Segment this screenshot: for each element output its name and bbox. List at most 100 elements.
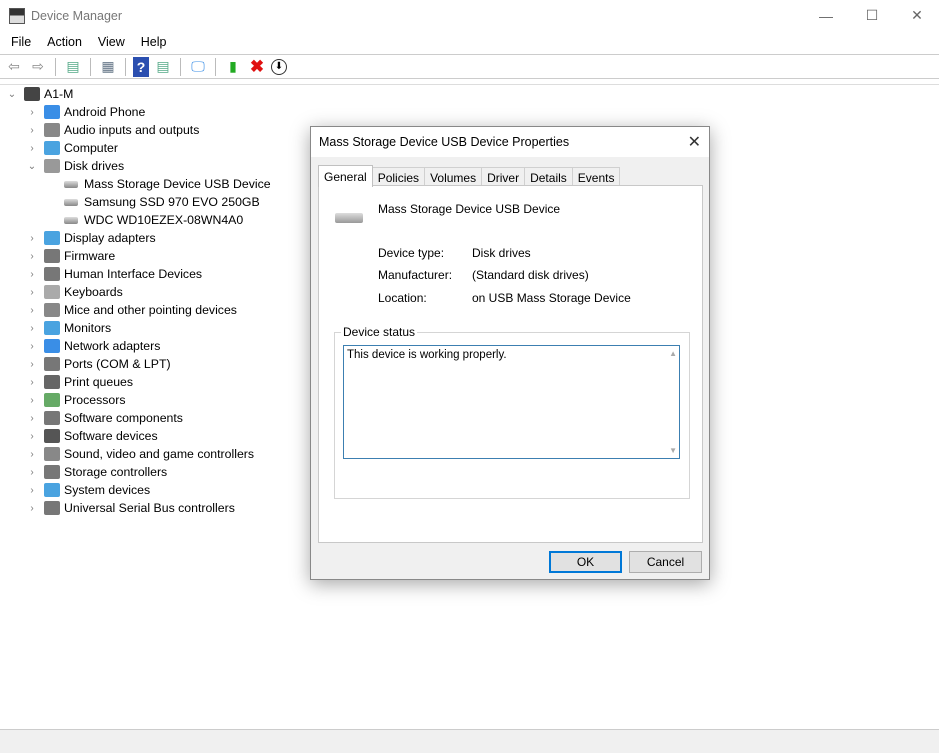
chevron-right-icon[interactable]: › xyxy=(26,413,38,424)
menu-file[interactable]: File xyxy=(3,35,39,49)
category-icon xyxy=(44,105,60,119)
tree-category[interactable]: › Print queues xyxy=(26,373,133,391)
tree-category[interactable]: › Firmware xyxy=(26,247,115,265)
category-icon xyxy=(44,339,60,353)
menu-view[interactable]: View xyxy=(90,35,133,49)
chevron-right-icon[interactable]: › xyxy=(26,269,38,280)
chevron-right-icon[interactable]: › xyxy=(26,395,38,406)
tab-driver[interactable]: Driver xyxy=(481,167,526,187)
device-status-title: Device status xyxy=(341,325,418,339)
menu-action[interactable]: Action xyxy=(39,35,90,49)
tree-category[interactable]: › Processors xyxy=(26,391,126,409)
chevron-down-icon[interactable]: ⌄ xyxy=(26,161,38,172)
tree-category-label: Storage controllers xyxy=(64,465,168,479)
category-icon xyxy=(44,483,60,497)
chevron-right-icon[interactable]: › xyxy=(26,125,38,136)
category-icon xyxy=(44,375,60,389)
tree-category[interactable]: › Mice and other pointing devices xyxy=(26,301,237,319)
tree-device[interactable]: Mass Storage Device USB Device xyxy=(64,175,271,193)
category-icon xyxy=(44,231,60,245)
tree-device-label: WDC WD10EZEX-08WN4A0 xyxy=(84,213,244,227)
device-name: Mass Storage Device USB Device xyxy=(378,202,561,216)
tab-general[interactable]: General xyxy=(318,165,373,187)
back-icon[interactable]: ⇦ xyxy=(4,57,24,77)
chevron-right-icon[interactable]: › xyxy=(26,143,38,154)
uninstall-icon[interactable]: ✖ xyxy=(247,57,267,77)
tree-category[interactable]: › Display adapters xyxy=(26,229,156,247)
menu-help[interactable]: Help xyxy=(133,35,175,49)
chevron-right-icon[interactable]: › xyxy=(26,323,38,334)
help-icon[interactable]: ? xyxy=(133,56,149,77)
show-hide-console-tree-icon[interactable]: ▤ xyxy=(63,57,83,77)
chevron-right-icon[interactable]: › xyxy=(26,107,38,118)
chevron-right-icon[interactable]: › xyxy=(26,467,38,478)
device-manager-icon xyxy=(9,7,25,24)
category-icon xyxy=(44,123,60,137)
forward-icon[interactable]: ⇨ xyxy=(28,57,48,77)
tree-device[interactable]: Samsung SSD 970 EVO 250GB xyxy=(64,193,260,211)
category-icon xyxy=(44,303,60,317)
chevron-right-icon[interactable]: › xyxy=(26,449,38,460)
separator xyxy=(125,57,126,76)
device-status-group: Device status This device is working pro… xyxy=(334,325,690,499)
chevron-right-icon[interactable]: › xyxy=(26,485,38,496)
dialog-close-button[interactable]: ✕ xyxy=(688,132,701,152)
tree-root[interactable]: ⌄ A1-M xyxy=(6,85,73,103)
tree-category-label: Disk drives xyxy=(64,159,125,173)
tree-category[interactable]: › Software devices xyxy=(26,427,158,445)
chevron-right-icon[interactable]: › xyxy=(26,287,38,298)
properties-icon[interactable]: ▦ xyxy=(98,57,118,77)
tree-category[interactable]: › Storage controllers xyxy=(26,463,167,481)
chevron-right-icon[interactable]: › xyxy=(26,233,38,244)
action-pane-icon[interactable]: ▤ xyxy=(153,57,173,77)
tab-volumes[interactable]: Volumes xyxy=(424,167,483,187)
status-bar xyxy=(0,729,939,753)
disk-drive-icon xyxy=(64,216,78,224)
device-type-value: Disk drives xyxy=(472,246,531,260)
tree-device[interactable]: WDC WD10EZEX-08WN4A0 xyxy=(64,211,243,229)
tree-category[interactable]: › Keyboards xyxy=(26,283,123,301)
chevron-down-icon[interactable]: ⌄ xyxy=(6,89,18,100)
ok-button[interactable]: OK xyxy=(549,551,622,573)
tab-details[interactable]: Details xyxy=(524,167,573,187)
chevron-right-icon[interactable]: › xyxy=(26,377,38,388)
tree-category[interactable]: › Human Interface Devices xyxy=(26,265,202,283)
tree-category[interactable]: ⌄ Disk drives xyxy=(26,157,124,175)
tab-policies[interactable]: Policies xyxy=(371,167,426,187)
tree-category[interactable]: › Sound, video and game controllers xyxy=(26,445,254,463)
chevron-right-icon[interactable]: › xyxy=(26,341,38,352)
tree-category[interactable]: › System devices xyxy=(26,481,150,499)
tree-category[interactable]: › Android Phone xyxy=(26,103,145,121)
tab-events[interactable]: Events xyxy=(571,167,621,187)
tree-category[interactable]: › Audio inputs and outputs xyxy=(26,121,199,139)
chevron-right-icon[interactable]: › xyxy=(26,251,38,262)
separator xyxy=(90,57,91,76)
close-button[interactable]: ✕ xyxy=(894,0,939,31)
cancel-button[interactable]: Cancel xyxy=(629,551,702,573)
tree-category-label: Display adapters xyxy=(64,231,156,245)
chevron-right-icon[interactable]: › xyxy=(26,431,38,442)
maximize-button[interactable]: ☐ xyxy=(849,0,895,31)
dialog-title: Mass Storage Device USB Device Propertie… xyxy=(311,127,709,157)
location-value: on USB Mass Storage Device xyxy=(472,291,631,305)
tree-category[interactable]: › Network adapters xyxy=(26,337,160,355)
disable-icon[interactable]: ⬇ xyxy=(271,58,287,75)
minimize-button[interactable]: — xyxy=(803,0,849,31)
update-driver-icon[interactable]: ▮ xyxy=(223,57,243,77)
disk-drive-icon xyxy=(335,213,363,223)
separator xyxy=(215,57,216,76)
device-type-label: Device type: xyxy=(378,246,445,260)
tree-category[interactable]: › Computer xyxy=(26,139,118,157)
chevron-right-icon[interactable]: › xyxy=(26,503,38,514)
scroll-up-icon[interactable]: ▲ xyxy=(669,349,677,358)
tree-category-label: Firmware xyxy=(64,249,116,263)
tree-category[interactable]: › Universal Serial Bus controllers xyxy=(26,499,235,517)
chevron-right-icon[interactable]: › xyxy=(26,359,38,370)
tree-category[interactable]: › Ports (COM & LPT) xyxy=(26,355,171,373)
tree-category[interactable]: › Software components xyxy=(26,409,183,427)
scan-hardware-icon[interactable]: 🖵 xyxy=(188,57,208,77)
scroll-down-icon[interactable]: ▼ xyxy=(669,446,677,455)
chevron-right-icon[interactable]: › xyxy=(26,305,38,316)
tree-category[interactable]: › Monitors xyxy=(26,319,111,337)
device-status-textbox[interactable]: This device is working properly. ▲ ▼ xyxy=(343,345,680,459)
